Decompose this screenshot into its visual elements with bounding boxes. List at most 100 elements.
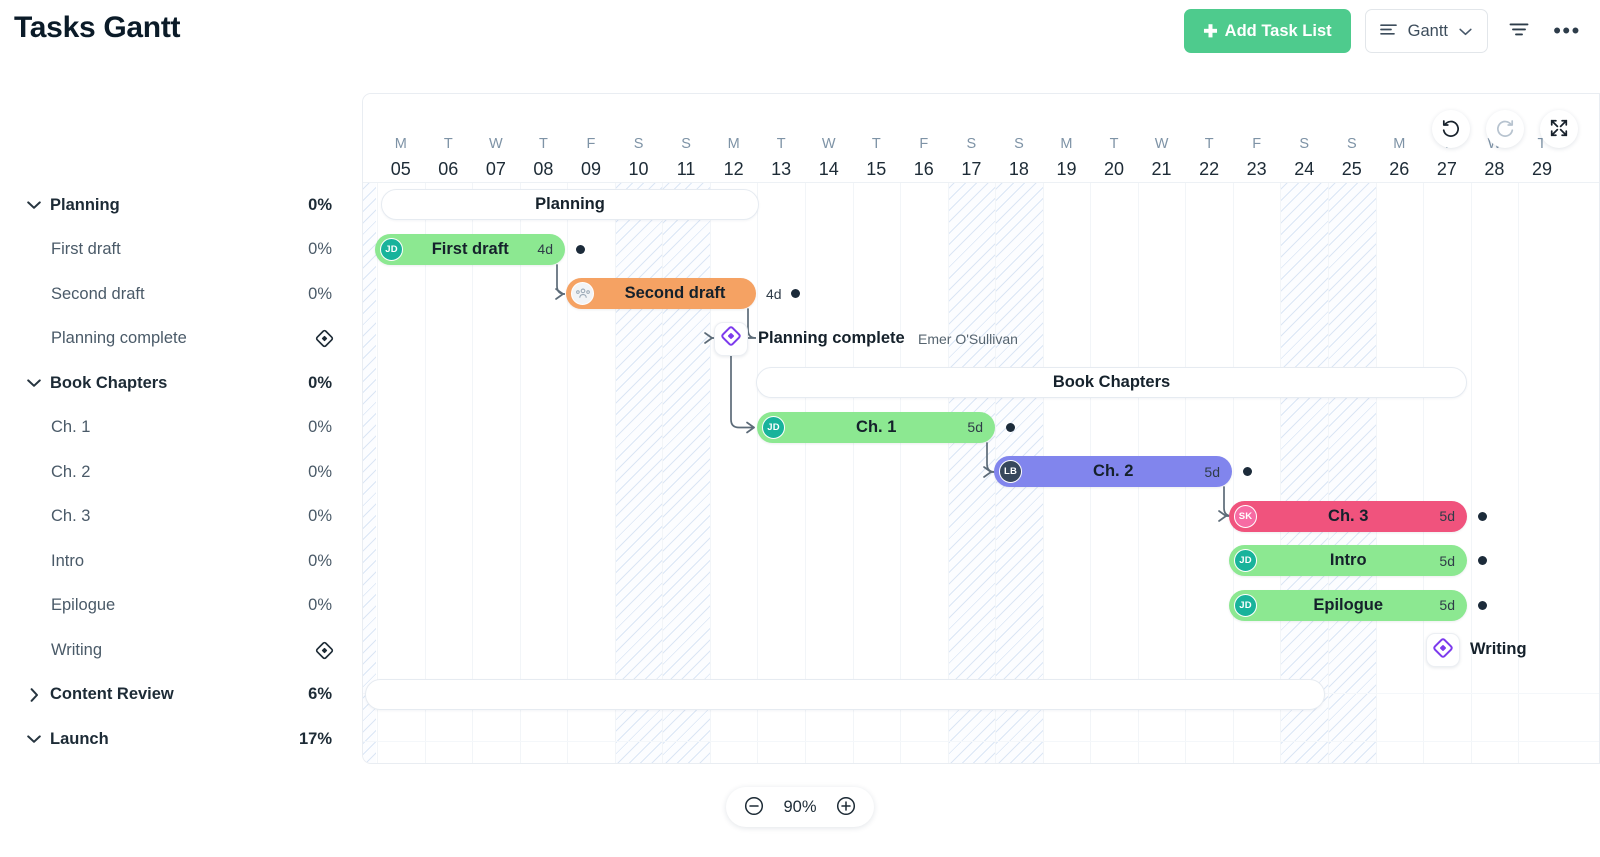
summary-bar-label: Planning: [535, 195, 605, 214]
plus-icon: ✚: [1203, 23, 1217, 40]
day-of-week-label: F: [567, 137, 615, 152]
more-options-button[interactable]: •••: [1550, 14, 1584, 48]
sidebar-item-second-draft[interactable]: Second draft 0%: [0, 272, 360, 317]
sidebar-item-label: Second draft: [51, 285, 145, 304]
day-of-month-label: 18: [995, 160, 1043, 178]
chevron-down-icon[interactable]: [27, 198, 41, 212]
day-of-month-label: 12: [710, 160, 758, 178]
day-of-month-label: 21: [1138, 160, 1186, 178]
summary-bar[interactable]: Planning: [381, 189, 759, 220]
sidebar-item-ch-3[interactable]: Ch. 30%: [0, 495, 360, 540]
sidebar-item-label: Launch: [50, 730, 109, 749]
milestone-marker[interactable]: [714, 322, 748, 356]
day-column-header: S17: [948, 137, 996, 178]
task-bar[interactable]: SKCh. 35d: [1229, 501, 1467, 532]
chevron-right-icon[interactable]: [27, 688, 41, 702]
task-bar[interactable]: JDFirst draft4d: [375, 234, 565, 265]
chevron-down-icon[interactable]: [27, 732, 41, 746]
sidebar-item-planning[interactable]: Planning0%: [0, 183, 360, 228]
task-bar[interactable]: LBCh. 25d: [994, 456, 1232, 487]
sidebar-item-progress: 17%: [299, 730, 332, 749]
day-column-header: S10: [615, 137, 663, 178]
sidebar-item-planning-complete[interactable]: Planning complete: [0, 317, 360, 362]
sidebar-item-writing[interactable]: Writing: [0, 628, 360, 673]
day-of-month-label: 15: [853, 160, 901, 178]
task-bar-label: Ch. 2: [1022, 462, 1204, 481]
summary-bar[interactable]: [365, 679, 1325, 710]
day-of-month-label: 11: [662, 160, 710, 178]
filter-button[interactable]: [1502, 14, 1536, 48]
task-duration-label: 5d: [1439, 508, 1467, 524]
fit-to-screen-button[interactable]: [1540, 110, 1578, 148]
gantt-chart-panel[interactable]: M05T06W07T08F09S10S11M12T13W14T15F16S17S…: [362, 93, 1600, 764]
task-bar[interactable]: JDCh. 15d: [757, 412, 995, 443]
task-bar-label: Ch. 1: [785, 418, 967, 437]
milestone-marker[interactable]: [1426, 633, 1460, 667]
task-bar-label: Second draft: [594, 284, 756, 303]
day-column-header: T08: [520, 137, 568, 178]
sidebar-item-label: Ch. 1: [51, 418, 90, 437]
undo-button[interactable]: [1432, 110, 1470, 148]
assignee-avatar: LB: [999, 460, 1022, 483]
day-of-month-label: 17: [948, 160, 996, 178]
day-of-week-label: S: [1328, 137, 1376, 152]
sidebar-item-label: First draft: [51, 240, 121, 259]
sidebar-item-launch[interactable]: Launch 17%: [0, 717, 360, 762]
task-bar[interactable]: Second draft4d: [566, 278, 756, 309]
sidebar-item-ch-2[interactable]: Ch. 20%: [0, 450, 360, 495]
weekend-shading: [662, 183, 710, 764]
zoom-in-button[interactable]: [835, 795, 857, 820]
day-of-month-label: 24: [1280, 160, 1328, 178]
redo-button[interactable]: [1486, 110, 1524, 148]
grid-line: [1376, 183, 1377, 764]
sidebar-item-epilogue[interactable]: Epilogue0%: [0, 584, 360, 629]
day-column-header: S25: [1328, 137, 1376, 178]
task-drag-handle[interactable]: [1478, 601, 1487, 610]
sidebar-item-book-chapters[interactable]: Book Chapters0%: [0, 361, 360, 406]
grid-line: [1518, 183, 1519, 764]
milestone-diamond-icon: [315, 641, 334, 660]
grid-line: [805, 183, 806, 764]
more-horizontal-icon: •••: [1553, 27, 1581, 36]
sidebar-item-intro[interactable]: Intro0%: [0, 539, 360, 584]
task-bar-label: Ch. 3: [1257, 507, 1439, 526]
grid-line: [1328, 183, 1329, 764]
sidebar-item-content-review[interactable]: Content Review6%: [0, 673, 360, 718]
view-selector[interactable]: Gantt: [1365, 9, 1488, 53]
day-of-month-label: 16: [900, 160, 948, 178]
sidebar-item-first-draft[interactable]: First draft0%: [0, 228, 360, 273]
sidebar-item-progress: 6%: [308, 685, 332, 704]
task-drag-handle[interactable]: [1478, 556, 1487, 565]
sidebar-item-ch-1[interactable]: Ch. 10%: [0, 406, 360, 451]
task-bar[interactable]: JDIntro5d: [1229, 545, 1467, 576]
task-drag-handle[interactable]: [1006, 423, 1015, 432]
day-of-month-label: 14: [805, 160, 853, 178]
day-of-week-label: T: [1185, 137, 1233, 152]
task-drag-handle[interactable]: [791, 289, 800, 298]
add-task-list-label: Add Task List: [1225, 22, 1332, 41]
redo-icon: [1495, 118, 1515, 141]
task-bar-trailing: [1243, 456, 1252, 487]
day-of-week-label: F: [1233, 137, 1281, 152]
zoom-out-button[interactable]: [743, 795, 765, 820]
view-label: Gantt: [1408, 22, 1448, 41]
day-column-header: T20: [1090, 137, 1138, 178]
day-of-month-label: 26: [1376, 160, 1424, 178]
task-bar[interactable]: JDEpilogue5d: [1229, 590, 1467, 621]
day-column-header: F23: [1233, 137, 1281, 178]
task-drag-handle[interactable]: [1478, 512, 1487, 521]
milestone-assignee: Emer O'Sullivan: [918, 331, 1018, 347]
day-of-week-label: S: [1280, 137, 1328, 152]
day-column-header: S11: [662, 137, 710, 178]
milestone-label: Writing: [1470, 640, 1527, 659]
grid-line: [1280, 183, 1281, 764]
add-task-list-button[interactable]: ✚ Add Task List: [1184, 9, 1350, 53]
task-drag-handle[interactable]: [1243, 467, 1252, 476]
day-column-header: M19: [1043, 137, 1091, 178]
chevron-down-icon[interactable]: [27, 376, 41, 390]
gantt-grid[interactable]: PlanningJDFirst draft4d Second draft4d4d…: [363, 183, 1599, 764]
task-drag-handle[interactable]: [576, 245, 585, 254]
sidebar-item-progress: 0%: [308, 285, 332, 304]
summary-bar[interactable]: Book Chapters: [756, 367, 1467, 398]
day-of-month-label: 08: [520, 160, 568, 178]
